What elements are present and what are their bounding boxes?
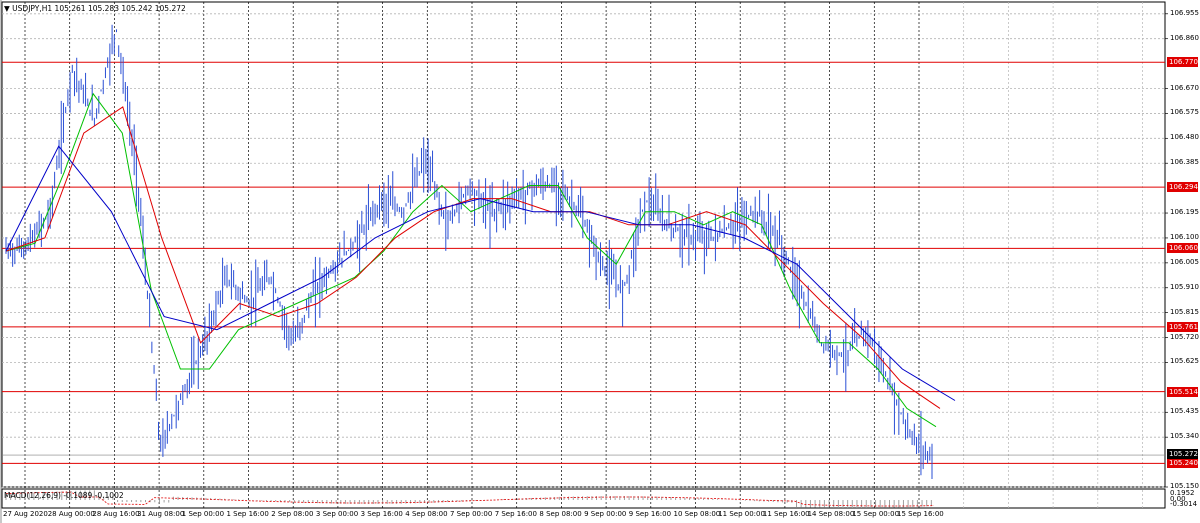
macd-signal-line: [5, 491, 935, 507]
time-axis-label: 27 Aug 2020: [3, 510, 48, 518]
time-axis-label: 4 Sep 08:00: [405, 510, 448, 518]
price-axis-label: 106.480: [1170, 133, 1199, 142]
chevron-down-icon[interactable]: ▼: [4, 4, 10, 13]
time-axis-label: 15 Sep 16:00: [897, 510, 944, 518]
price-axis-label: 106.670: [1170, 83, 1199, 92]
price-axis-label: 105.625: [1170, 357, 1199, 366]
time-axis-label: 15 Sep 00:00: [852, 510, 900, 518]
time-axis-label: 11 Sep 00:00: [718, 510, 765, 518]
price-axis-label: 105.910: [1170, 282, 1199, 291]
price-axis-label: 105.435: [1170, 407, 1199, 416]
time-axis-label: 2 Sep 08:00: [271, 510, 314, 518]
time-axis-label: 1 Sep 16:00: [226, 510, 269, 518]
price-axis-label: 105.340: [1170, 432, 1199, 441]
level-price-tag[interactable]: 105.240: [1167, 458, 1198, 469]
price-axis-label: 106.575: [1170, 108, 1199, 117]
symbol-header: ▼ USDJPY,H1 105.261 105.283 105.242 105.…: [4, 3, 186, 14]
time-axis-label: 9 Sep 16:00: [628, 510, 672, 518]
time-axis-label: 10 Sep 08:00: [673, 510, 721, 518]
current-price-tag: 105.272: [1167, 449, 1198, 460]
time-axis-label: 7 Sep 00:00: [450, 510, 493, 518]
time-axis-label: 3 Sep 16:00: [360, 510, 403, 518]
price-axis-label: 105.720: [1170, 332, 1199, 341]
moving-average-line: [5, 106, 941, 409]
time-axis-label: 28 Aug 16:00: [92, 510, 140, 518]
time-axis-label: 8 Sep 08:00: [539, 510, 582, 518]
chart-canvas[interactable]: [0, 0, 1200, 523]
price-axis-label: 106.100: [1170, 232, 1199, 241]
macd-indicator-label: MACD(12,26,9) -0.1089 -0.1002: [4, 491, 124, 500]
price-axis-label: 106.955: [1170, 8, 1199, 17]
price-axis-label: 105.815: [1170, 307, 1199, 316]
macd-axis-label: -0.3014: [1170, 500, 1198, 508]
level-price-tag[interactable]: 106.294: [1167, 182, 1198, 193]
price-axis-label: 106.860: [1170, 33, 1199, 42]
time-axis-label: 11 Sep 16:00: [762, 510, 810, 518]
price-axis-label: 106.195: [1170, 208, 1199, 217]
time-axis-label: 31 Aug 08:00: [137, 510, 185, 518]
time-axis-label: 3 Sep 00:00: [315, 510, 359, 518]
symbol-name: USDJPY,H1: [12, 4, 53, 13]
time-axis-label: 1 Sep 00:00: [181, 510, 225, 518]
ohlc-values: 105.261 105.283 105.242 105.272: [54, 4, 186, 13]
time-axis-label: 28 Aug 00:00: [47, 510, 95, 518]
price-axis-label: 106.385: [1170, 158, 1199, 167]
price-axis-label: 106.005: [1170, 257, 1199, 266]
time-axis-label: 7 Sep 16:00: [494, 510, 537, 518]
level-price-tag[interactable]: 105.514: [1167, 386, 1198, 397]
moving-average-line: [5, 92, 937, 428]
level-price-tag[interactable]: 106.770: [1167, 57, 1198, 68]
level-price-tag[interactable]: 106.060: [1167, 243, 1198, 254]
level-price-tag[interactable]: 105.761: [1167, 321, 1198, 332]
time-axis-label: 14 Sep 08:00: [807, 510, 855, 518]
time-axis-label: 9 Sep 00:00: [584, 510, 627, 518]
